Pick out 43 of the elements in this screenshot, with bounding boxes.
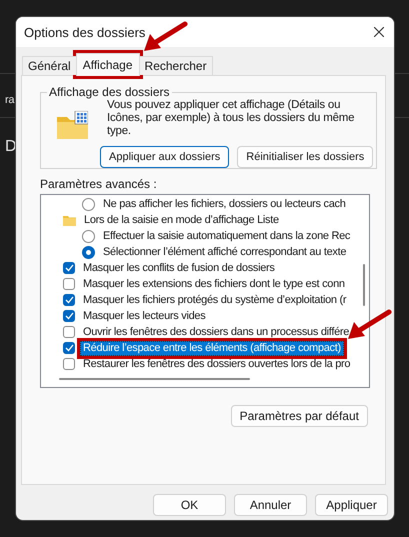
ok-button[interactable]: OK [153,494,226,516]
checkbox[interactable] [63,278,75,290]
scrollbar-thumb[interactable] [59,378,250,380]
option-label[interactable]: Masquer les lecteurs vides [80,308,208,324]
checkbox[interactable] [63,310,75,322]
section-label: Paramètres avancés : [40,177,158,191]
option-label[interactable]: Masquer les fichiers protégés du système d’exploitation (r [80,292,350,308]
background-text: ra [5,94,14,106]
group-title: Affichage des dossiers [48,85,171,99]
checkbox[interactable] [63,294,75,306]
checkbox[interactable] [63,326,75,338]
option-label[interactable]: Ouvrir les fenêtres des dossiers dans un processus différe [80,324,352,340]
radio-button[interactable] [82,198,95,210]
scrollbar-thumb[interactable] [363,264,365,306]
radio-button[interactable] [82,246,95,258]
checkbox[interactable] [63,262,75,274]
window-title: Options des dossiers [24,24,146,40]
apply-button[interactable]: Appliquer aux dossiers [100,146,230,168]
option-label[interactable]: Réduire l’espace entre les éléments (affichage compact) [80,340,344,356]
option-label[interactable]: Masquer les extensions des fichiers dont le type est conn [80,276,348,292]
option-label[interactable]: Effectuer la saisie automatiquement dans la zone Rec [100,228,354,244]
apply-button[interactable]: Appliquer [315,494,388,516]
checkbox[interactable] [63,342,75,354]
folder-icon [57,111,88,139]
option-label[interactable]: Masquer les conflits de fusion de dossiers [80,260,278,276]
tab[interactable]: Rechercher [138,56,213,75]
description-text: Vous pouvez appliquer cet affichage (Détails ou Icônes, par exemple) à tous les dossiers du même type. [107,99,356,138]
checkbox[interactable] [63,358,75,370]
option-label[interactable]: Lors de la saisie en mode d’affichage Liste [81,212,282,228]
annotation-arrow [144,21,188,51]
default-button[interactable]: Paramètres par défaut [230,405,368,427]
option-label[interactable]: Sélectionner l’élément affiché correspondant au texte [100,244,350,260]
cancel-button[interactable]: Annuler [234,494,307,516]
close-icon[interactable] [374,27,384,37]
folder-icon [63,214,76,226]
settings-list[interactable] [40,194,370,388]
annotation-arrow [348,308,392,338]
option-label[interactable]: Ne pas afficher les fichiers, dossiers ou lecteurs cach [100,196,349,212]
option-label[interactable]: Restaurer les fenêtres des dossiers ouvertes lors de la pro [80,356,354,372]
tab[interactable]: Affichage [76,53,140,76]
radio-button[interactable] [82,230,95,242]
tab[interactable]: Général [22,56,77,75]
reset-button[interactable]: Réinitialiser les dossiers [237,146,374,168]
